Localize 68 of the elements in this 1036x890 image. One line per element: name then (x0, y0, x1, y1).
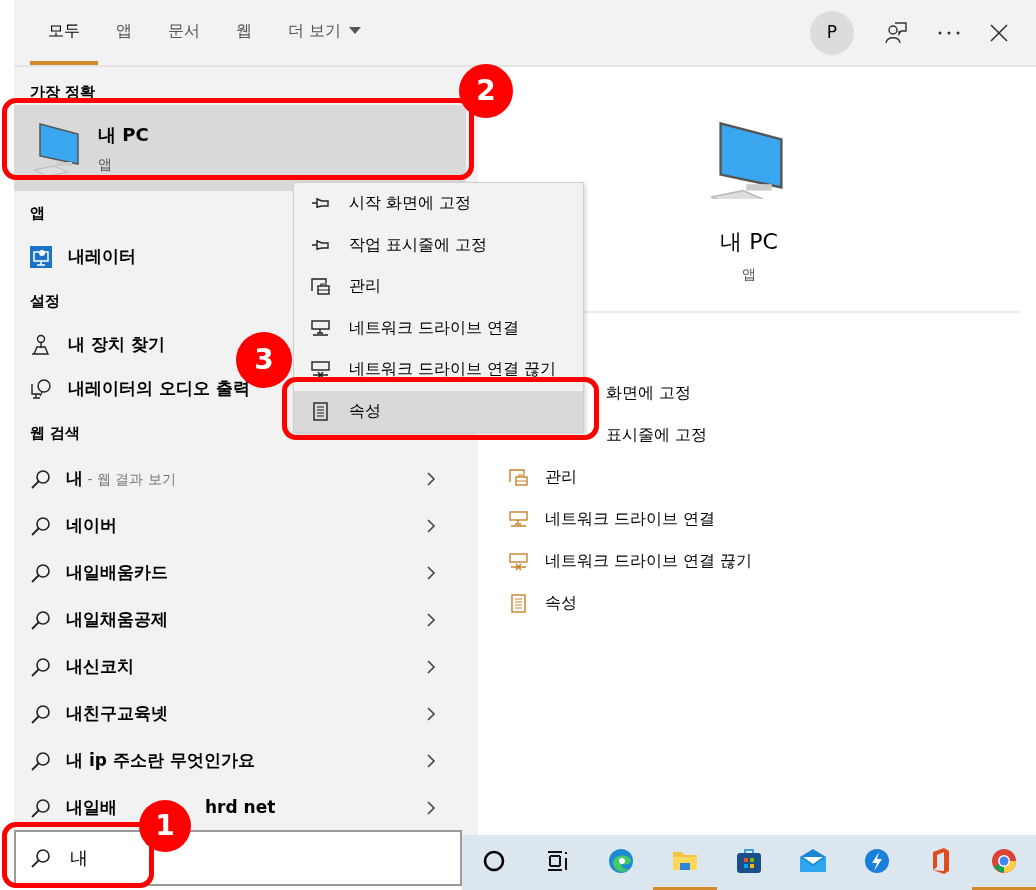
preview-type: 앱 (742, 265, 756, 284)
action-item[interactable]: 네트워크 드라이브 연결 끊기 (478, 540, 759, 582)
web-search-link[interactable]: 내일채움공제 (66, 606, 168, 633)
web-search-link[interactable]: hrd net (205, 794, 276, 821)
account-avatar[interactable]: P (810, 10, 854, 55)
web-search-link[interactable]: 내일배 (66, 794, 117, 821)
action-item[interactable]: 관리 (478, 456, 583, 498)
computer-toolbox-icon (508, 466, 529, 488)
tab[interactable]: 웹 (218, 0, 270, 65)
action-item[interactable]: 네트워크 드라이브 연결 (478, 498, 722, 540)
computer-icon (34, 120, 80, 176)
action-item[interactable]: 속성 (478, 582, 583, 624)
tab[interactable]: 문서 (150, 0, 218, 65)
list-icon (310, 400, 331, 422)
web-search-link[interactable]: 네이버 (66, 512, 117, 539)
result-type: 앱 (98, 155, 113, 174)
menu-item[interactable]: 작업 표시줄에 고정 (294, 224, 583, 266)
chevron-icon[interactable] (426, 611, 436, 628)
network-drive-icon (310, 317, 331, 339)
search-icon (30, 750, 50, 771)
tab[interactable]: 앱 (98, 0, 150, 65)
chevron-icon[interactable] (426, 799, 436, 816)
web-search-link[interactable]: 내일배움카드 (66, 559, 168, 586)
web-search-link[interactable]: 내 - 웹 결과 보기 (66, 465, 176, 492)
search-icon (30, 609, 50, 630)
search-icon (30, 562, 50, 583)
caret-icon (349, 26, 362, 35)
person-location-icon (30, 334, 52, 356)
speech-computer-icon (30, 378, 52, 400)
chevron-icon[interactable] (426, 517, 436, 534)
lightning-icon (863, 848, 890, 874)
chevron-icon[interactable] (426, 658, 436, 675)
chevron-icon[interactable] (426, 705, 436, 722)
search-icon (30, 703, 50, 724)
section-heading: 설정 (30, 290, 60, 312)
computer-toolbox-icon (310, 276, 331, 298)
menu-item[interactable]: 네트워크 드라이브 연결 끊기 (294, 349, 583, 391)
envelope-icon (799, 848, 826, 874)
menu-item[interactable]: 관리 (294, 266, 583, 308)
search-icon (30, 515, 50, 536)
feedback-icon[interactable] (884, 20, 908, 45)
search-icon (30, 468, 50, 489)
chevron-icon[interactable] (426, 470, 436, 487)
tab[interactable]: 더 보기 (270, 0, 380, 65)
narrator-icon (30, 246, 52, 268)
section-heading: 앱 (30, 202, 45, 224)
section-heading: 웹 검색 (30, 422, 81, 444)
search-icon (30, 656, 50, 677)
round-logo-icon (991, 848, 1018, 874)
network-disconnect-icon (508, 550, 529, 572)
web-search-link[interactable]: 내 ip 주소란 무엇인가요 (66, 747, 255, 774)
web-search-link[interactable]: 내친구교육넷 (66, 700, 168, 727)
shopping-bag-icon (736, 848, 762, 874)
best-match-item[interactable]: 내 PC 앱 (14, 105, 466, 191)
search-icon (30, 848, 50, 868)
swirl-icon (608, 848, 635, 874)
chevron-icon[interactable] (426, 752, 436, 769)
menu-item[interactable]: 네트워크 드라이브 연결 (294, 307, 583, 349)
close-icon[interactable] (990, 23, 1008, 42)
more-icon[interactable] (938, 30, 960, 35)
preview-title: 내 PC (720, 228, 778, 256)
search-icon (30, 797, 50, 818)
menu-item[interactable]: 속성 (294, 390, 583, 432)
chevron-icon[interactable] (426, 564, 436, 581)
network-drive-icon (508, 508, 529, 530)
web-search-link[interactable]: 내신코치 (66, 653, 134, 680)
list-icon (508, 592, 529, 614)
result-title: 내 PC (98, 123, 149, 147)
